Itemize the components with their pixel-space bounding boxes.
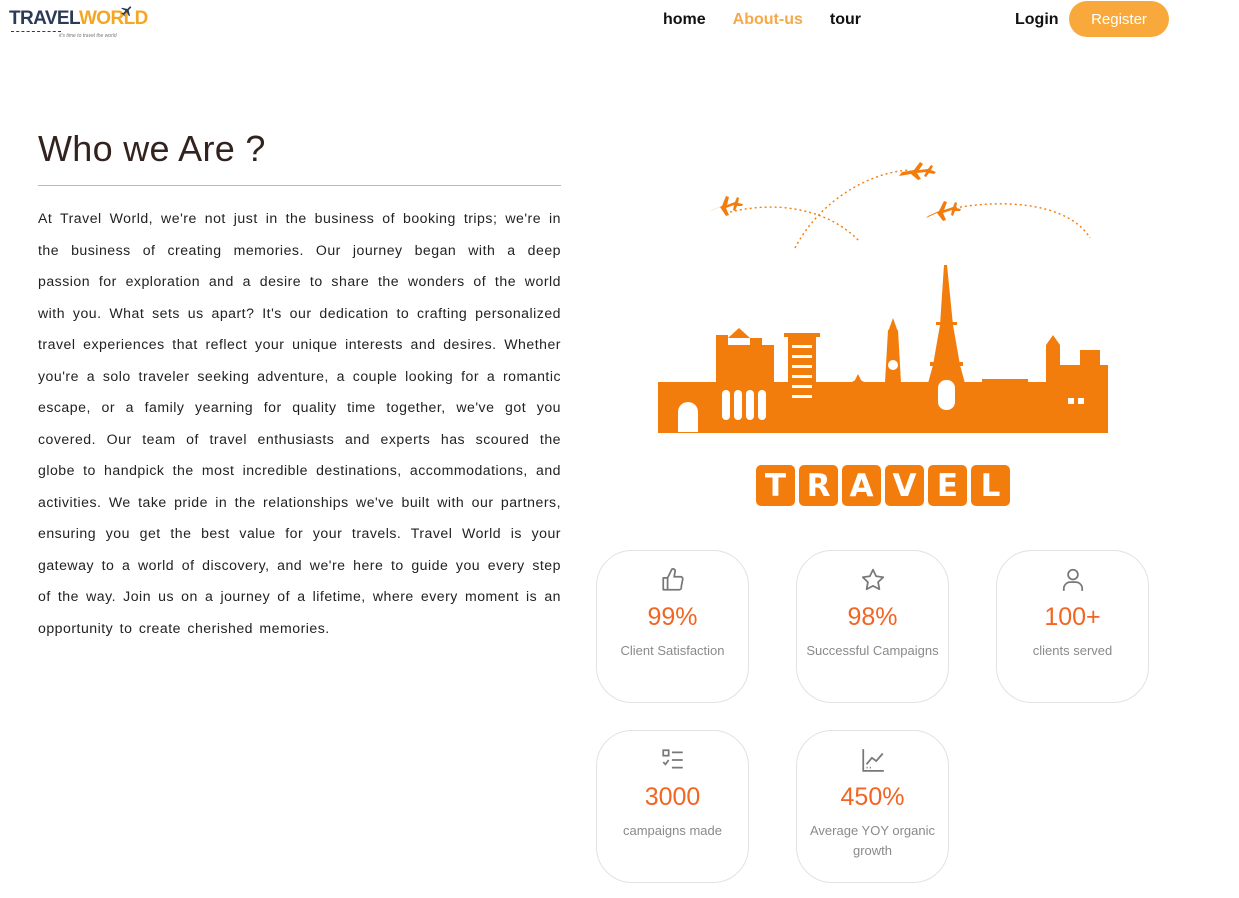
site-logo[interactable]: TRAVELWORLD it's time to travel the worl… <box>9 4 148 42</box>
letter-tile: A <box>842 465 881 506</box>
logo-word-travel: TRAVEL <box>9 8 80 29</box>
checklist-icon <box>597 747 748 773</box>
logo-word-world: WORLD <box>78 8 148 29</box>
logo-tagline: it's time to travel the world <box>59 33 117 39</box>
nav-about-us[interactable]: About-us <box>733 10 803 30</box>
about-paragraph: At Travel World, we're not just in the b… <box>38 210 561 636</box>
stat-value: 99% <box>647 603 698 631</box>
growth-chart-icon <box>797 747 948 773</box>
stat-card-yoy-growth: 450% Average YOY organic growth <box>796 730 949 883</box>
airplane-icon <box>121 6 132 17</box>
letter-tile: V <box>885 465 924 506</box>
stat-card-client-satisfaction: 99% Client Satisfaction <box>596 550 749 703</box>
nav-home[interactable]: home <box>663 10 706 30</box>
stat-label: Successful Campaigns <box>806 643 939 658</box>
main-nav: home About-us tour <box>663 10 861 30</box>
letter-tile: E <box>928 465 967 506</box>
stat-label: clients served <box>1032 643 1113 658</box>
travel-word-blocks: T R A V E L <box>756 465 1010 506</box>
stat-value: 100+ <box>1044 603 1101 631</box>
thumbs-up-icon <box>597 567 748 593</box>
airplane-icon <box>710 196 743 216</box>
stat-card-successful-campaigns: 98% Successful Campaigns <box>796 550 949 703</box>
stat-label: Average YOY organic growth <box>809 823 936 858</box>
nav-tour[interactable]: tour <box>830 10 861 30</box>
stat-value: 3000 <box>644 783 701 811</box>
letter-tile: T <box>756 465 795 506</box>
login-link[interactable]: Login <box>1015 10 1059 30</box>
logo-flight-path <box>11 31 61 32</box>
stat-card-campaigns-made: 3000 campaigns made <box>596 730 749 883</box>
letter-tile: L <box>971 465 1010 506</box>
stat-label: Client Satisfaction <box>620 643 725 658</box>
register-button[interactable]: Register <box>1069 1 1169 37</box>
letter-tile: R <box>799 465 838 506</box>
user-icon <box>997 567 1148 593</box>
title-divider <box>38 185 561 186</box>
stat-card-clients-served: 100+ clients served <box>996 550 1149 703</box>
stat-label: campaigns made <box>623 823 722 838</box>
stat-value: 450% <box>840 783 905 811</box>
travel-landmarks-illustration <box>658 162 1108 433</box>
star-icon <box>797 567 948 593</box>
page-title: Who we Are ? <box>38 128 266 169</box>
stat-value: 98% <box>847 603 898 631</box>
